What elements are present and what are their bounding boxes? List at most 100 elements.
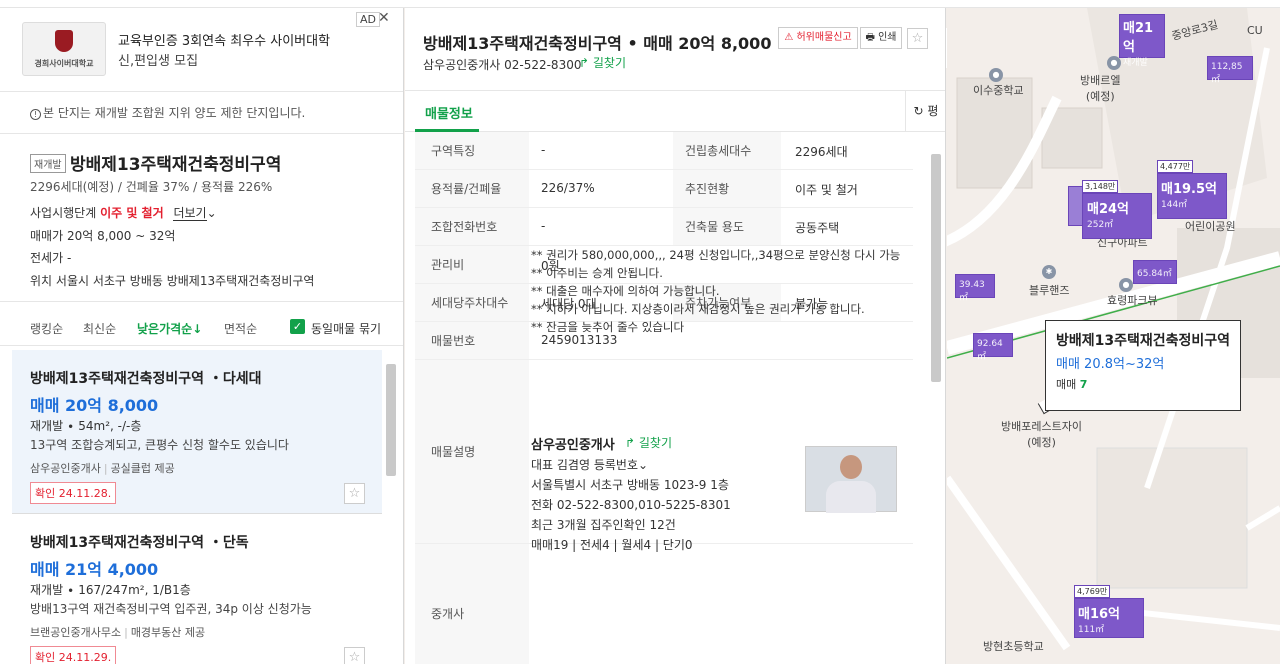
- detail-tabs: 매물정보 ↻ 평: [405, 90, 945, 132]
- print-button[interactable]: 🖶 인쇄: [860, 27, 902, 49]
- row-label: 조합전화번호: [415, 208, 529, 245]
- list-scrollbar[interactable]: [386, 364, 396, 476]
- listing-card[interactable]: 방배제13주택재건축정비구역 ・다세대 매매 20억 8,000 재개발 ∙ 5…: [12, 350, 382, 514]
- jeonse-label: 전세가: [30, 251, 64, 265]
- price-marker[interactable]: 4,477만 매19.5억 144㎡: [1157, 160, 1227, 219]
- broker-ceo[interactable]: 대표 김겸영 등록번호⌄: [531, 456, 648, 473]
- map-label: 어린이공원: [1185, 220, 1236, 233]
- table-row: 조합전화번호 - 건축물 용도 공동주택: [415, 208, 913, 246]
- marker-price: 매19.5억: [1161, 182, 1217, 197]
- ad-title[interactable]: 교육부인증 3회연속 최우수 사이버대학: [118, 30, 330, 49]
- area-marker[interactable]: 65.84㎡: [1133, 260, 1177, 284]
- row-label: 건축물 용도: [673, 208, 781, 245]
- row-label: 용적률/건폐율: [415, 170, 529, 207]
- row-label: 추진현황: [673, 170, 781, 207]
- listing-title[interactable]: 방배제13주택재건축정비구역 ・다세대: [30, 368, 262, 388]
- popup-count-value: 7: [1079, 378, 1088, 391]
- listing-price: 매매 20억 8,000: [30, 396, 159, 415]
- star-icon[interactable]: ☆: [907, 28, 928, 49]
- school-icon: ●: [989, 68, 1003, 82]
- sort-latest[interactable]: 최신순: [83, 320, 116, 337]
- row-value: -: [541, 143, 546, 157]
- popup-count-label: 매매: [1056, 378, 1077, 391]
- top-bar: [0, 0, 1280, 8]
- table-row: 중개사: [415, 544, 913, 664]
- marker-sub: 252㎡: [1087, 220, 1114, 230]
- person-body: [826, 481, 876, 513]
- row-label: 매물번호: [415, 322, 529, 359]
- row-value: 2296세대: [795, 145, 848, 159]
- area-marker[interactable]: 92.64㎡: [973, 333, 1013, 362]
- stage-label: 사업시행단계: [30, 206, 97, 220]
- sort-area[interactable]: 면적순: [224, 320, 257, 337]
- row-value: 226/37%: [541, 181, 595, 195]
- detail-scrollbar[interactable]: [931, 154, 941, 382]
- price-marker[interactable]: 3,148만 매24억 252㎡: [1082, 180, 1152, 239]
- popup-title[interactable]: 방배제13주택재건축정비구역: [1056, 330, 1230, 350]
- sort-bar: 랭킹순 최신순 낮은가격순↓ 면적순 ✓ 동일매물 묶기: [0, 302, 403, 346]
- refresh-icon[interactable]: ↻ 평: [905, 91, 945, 132]
- listing-card[interactable]: 방배제13주택재건축정비구역 ・단독 매매 21억 4,000 재개발 ∙ 16…: [12, 514, 382, 664]
- listing-price: 매매 21억 4,000: [30, 560, 159, 579]
- notice-text: 본 단지는 재개발 조합원 지위 양도 제한 단지입니다.: [43, 106, 306, 120]
- map-label: 방배르엘 (예정): [1080, 74, 1121, 103]
- marker-unit-price: 4,769만: [1074, 585, 1111, 598]
- complex-stats: 2296세대(예정) / 건폐율 37% / 용적률 226%: [30, 180, 273, 194]
- table-row: 용적률/건폐율 226/37% 추진현황 이주 및 철거: [415, 170, 913, 208]
- marker-sub: 144㎡: [1161, 200, 1188, 210]
- map-label: 방배포레스트자이 (예정): [1001, 420, 1082, 449]
- broker-name: 삼우공인중개사: [531, 438, 615, 453]
- price-marker[interactable]: 4,769만 매16억 111㎡: [1074, 585, 1144, 638]
- separator: |: [124, 626, 128, 639]
- checkbox-icon[interactable]: ✓: [290, 319, 305, 334]
- row-value: -: [541, 219, 546, 233]
- broker-recent: 최근 3개월 집주인확인 12건: [531, 518, 676, 532]
- sort-low-price[interactable]: 낮은가격순↓: [137, 320, 202, 337]
- row-label: 세대당주차대수: [415, 284, 529, 321]
- ad-banner[interactable]: 경희사이버대학교 교육부인증 3회연속 최우수 사이버대학 신,편입생 모집 A…: [0, 8, 403, 92]
- listing-desc: 13구역 조합승계되고, 큰평수 신청 할수도 있습니다: [30, 438, 289, 452]
- row-label: 중개사: [415, 544, 529, 664]
- detail-panel: 방배제13주택재건축정비구역 • 매매 20억 8,000 삼우공인중개사 02…: [405, 8, 946, 664]
- ad-logo-text: 경희사이버대학교: [34, 59, 94, 68]
- ad-subtitle[interactable]: 신,편입생 모집: [118, 50, 198, 69]
- chevron-down-icon[interactable]: ⌄: [207, 206, 217, 220]
- broker-phone: 전화 02-522-8300,010-5225-8301: [531, 498, 731, 512]
- row-value: 공동주택: [795, 221, 840, 235]
- marker-sub: 111㎡: [1078, 625, 1105, 635]
- area-marker[interactable]: 39.43㎡: [955, 274, 995, 303]
- report-button[interactable]: ⚠ 허위매물신고: [778, 27, 858, 49]
- left-panel: 경희사이버대학교 교육부인증 3회연속 최우수 사이버대학 신,편입생 모집 A…: [0, 8, 404, 664]
- more-link[interactable]: 더보기: [173, 206, 207, 221]
- directions-link[interactable]: ↱ 길찾기: [579, 54, 626, 71]
- star-icon[interactable]: ☆: [344, 647, 365, 664]
- broker-directions-link[interactable]: ↱ 길찾기: [625, 434, 672, 451]
- same-listing-label[interactable]: 동일매물 묶기: [311, 320, 381, 337]
- row-label: 관리비: [415, 246, 529, 283]
- broker-counts: 매매19 | 전세4 | 월세4 | 단기0: [531, 538, 693, 552]
- ad-close-icon[interactable]: ✕: [378, 10, 390, 26]
- listing-agent: 삼우공인중개사 | 공실클럽 제공: [30, 460, 175, 476]
- confirm-badge: 확인 24.11.29.: [30, 646, 117, 664]
- popup-count: 매매 7: [1056, 376, 1087, 392]
- complex-location: 위치 서울시 서초구 방배동 방배제13주택재건축정비구역: [30, 272, 314, 289]
- sort-ranking[interactable]: 랭킹순: [30, 320, 63, 337]
- price-marker[interactable]: 매21억 재개발: [1119, 14, 1165, 68]
- area-marker[interactable]: 112,85㎡: [1207, 56, 1253, 85]
- tab-listing-info[interactable]: 매물정보: [425, 103, 473, 122]
- listing-agent: 브랜공인중개사무소 | 매경부동산 제공: [30, 624, 205, 640]
- ad-logo[interactable]: 경희사이버대학교: [22, 22, 106, 76]
- marker-area: 65.84㎡: [1137, 269, 1172, 279]
- desc-line: ** 지하가 아닙니다. 지상층이라서 재감정시 높은 권리가 가능 합니다.: [531, 302, 865, 316]
- listing-title[interactable]: 방배제13주택재건축정비구역 ・단독: [30, 532, 249, 552]
- marker-area: 39.43㎡: [959, 280, 985, 303]
- complex-summary: 재개발 방배제13주택재건축정비구역 2296세대(예정) / 건폐율 37% …: [0, 134, 403, 302]
- separator: |: [103, 462, 108, 475]
- broker-address: 서울특별시 서초구 방배동 1023-9 1층: [531, 478, 729, 492]
- star-icon[interactable]: ☆: [344, 483, 365, 504]
- marker-area: 92.64㎡: [977, 339, 1003, 362]
- complex-popup[interactable]: 방배제13주택재건축정비구역 매매 20.8억~32억 매매 7: [1045, 320, 1241, 411]
- marker-unit-price: 4,477만: [1157, 160, 1194, 173]
- car-service-icon: ✱: [1042, 265, 1056, 279]
- listing-description: ** 권리가 580,000,000,,, 24평 신청입니다,,34평으로 분…: [531, 246, 901, 336]
